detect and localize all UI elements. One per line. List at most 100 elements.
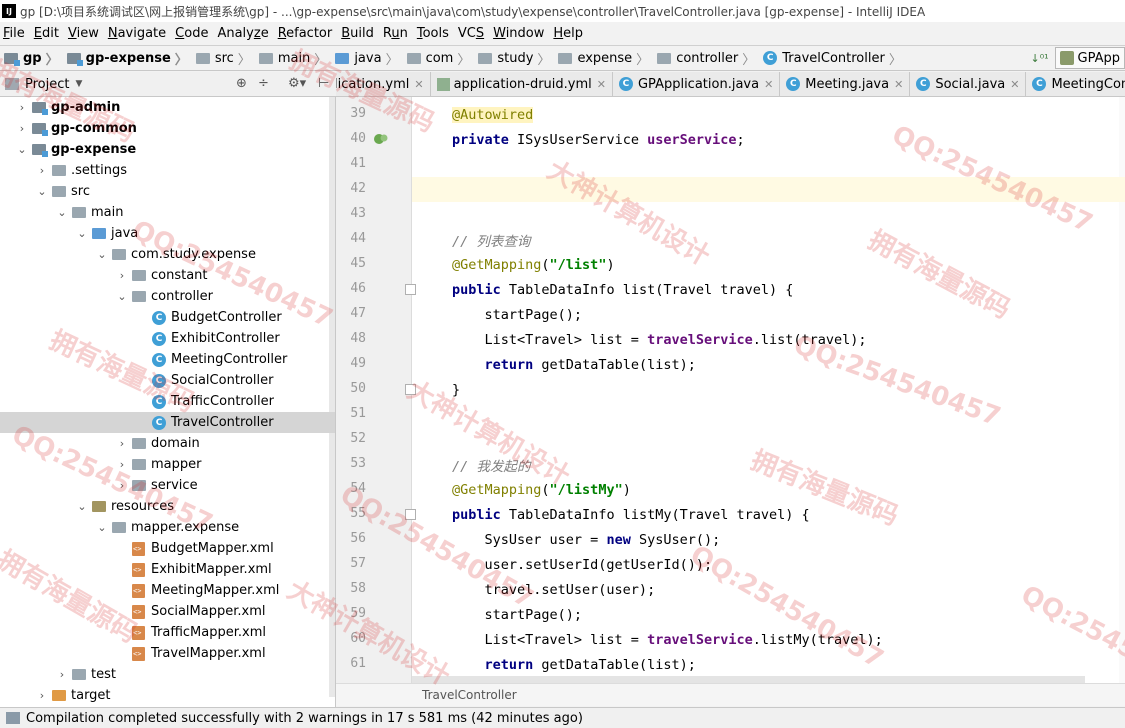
chevron-down-icon[interactable]: ⌄ — [55, 206, 69, 219]
chevron-right-icon[interactable]: › — [55, 668, 69, 681]
code-editor[interactable]: 39 40 41 42 43 44 45 46 47 48 49 50 51 52 53 54 55 56 57 58… — [336, 97, 1125, 683]
chevron-right-icon[interactable]: › — [35, 689, 49, 702]
spring-bean-icon[interactable] — [373, 132, 389, 146]
close-icon[interactable]: ✕ — [894, 78, 903, 91]
editor-tab[interactable]: C GPApplication.java ✕ — [613, 72, 781, 96]
code-line[interactable]: travel.setUser(user); — [412, 577, 1125, 602]
menu-item[interactable]: Code — [172, 26, 214, 41]
menu-item[interactable]: View — [65, 26, 105, 41]
code-line[interactable]: public TableDataInfo listMy(Travel trave… — [412, 502, 1125, 527]
code-line[interactable]: startPage(); — [412, 302, 1125, 327]
breadcrumb-item[interactable]: main 〉 — [255, 49, 332, 68]
tree-item[interactable]: › test — [0, 664, 335, 685]
code-line[interactable] — [412, 402, 1125, 427]
menu-item[interactable]: File — [0, 26, 31, 41]
editor-horizontal-scrollbar[interactable] — [412, 676, 1085, 683]
breadcrumb-item[interactable]: java 〉 — [331, 49, 402, 68]
menu-item[interactable]: Navigate — [105, 26, 172, 41]
breadcrumb-item[interactable]: gp 〉 — [0, 49, 63, 68]
chevron-down-icon[interactable]: ⌄ — [95, 521, 109, 534]
code-line[interactable]: SysUser user = new SysUser(); — [412, 527, 1125, 552]
close-icon[interactable]: ✕ — [597, 78, 606, 91]
code-line[interactable]: return getDataTable(list); — [412, 352, 1125, 377]
code-line[interactable] — [412, 427, 1125, 452]
chevron-right-icon[interactable]: › — [115, 269, 129, 282]
chevron-down-icon[interactable]: ⌄ — [35, 185, 49, 198]
editor-breadcrumb-item[interactable]: TravelController — [422, 688, 517, 702]
tree-item[interactable]: ⌄ com.study.expense — [0, 244, 335, 265]
chevron-down-icon[interactable]: ⌄ — [115, 290, 129, 303]
tree-item[interactable]: ›TrafficMapper.xml — [0, 622, 335, 643]
code-line[interactable]: List<Travel> list = travelService .list(t… — [412, 327, 1125, 352]
close-icon[interactable]: ✕ — [764, 78, 773, 91]
tree-item[interactable]: › domain — [0, 433, 335, 454]
tree-item[interactable]: ›SocialMapper.xml — [0, 601, 335, 622]
tree-item[interactable]: ⌄ main — [0, 202, 335, 223]
tree-item[interactable]: ›ExhibitMapper.xml — [0, 559, 335, 580]
menu-item[interactable]: Tools — [414, 26, 455, 41]
tree-item[interactable]: ⌄ mapper.expense — [0, 517, 335, 538]
tree-item[interactable]: ⌄ resources — [0, 496, 335, 517]
locate-icon[interactable]: ⊕ — [236, 76, 247, 91]
tree-item[interactable]: › mapper — [0, 454, 335, 475]
chevron-right-icon[interactable]: › — [35, 164, 49, 177]
chevron-down-icon[interactable]: ▼ — [75, 79, 82, 89]
editor-tab[interactable]: C Meeting.java ✕ — [780, 72, 911, 96]
gear-icon[interactable]: ⚙▾ — [288, 76, 306, 91]
breadcrumb-item[interactable]: C TravelController 〉 — [759, 49, 906, 68]
code-line[interactable]: @Autowired — [412, 102, 1125, 127]
code-line[interactable]: startPage(); — [412, 602, 1125, 627]
tree-item[interactable]: ›CTrafficController — [0, 391, 335, 412]
tree-item[interactable]: ⌄ src — [0, 181, 335, 202]
breadcrumb-item[interactable]: src 〉 — [192, 49, 255, 68]
tree-item[interactable]: › gp-common — [0, 118, 335, 139]
breadcrumb-item[interactable]: controller 〉 — [653, 49, 759, 68]
breadcrumb-item[interactable]: expense 〉 — [554, 49, 653, 68]
hide-panel-icon[interactable]: ⊢ — [318, 76, 329, 91]
tree-item[interactable]: › gp-admin — [0, 97, 335, 118]
code-line[interactable]: @GetMapping("/listMy") — [412, 477, 1125, 502]
tree-item[interactable]: › .settings — [0, 160, 335, 181]
code-line[interactable] — [412, 202, 1125, 227]
tree-item[interactable]: ›CTravelController — [0, 412, 335, 433]
tree-item[interactable]: › service — [0, 475, 335, 496]
code-line[interactable]: return getDataTable(list); — [412, 652, 1125, 677]
menu-item[interactable]: Window — [490, 26, 550, 41]
menu-item[interactable]: Refactor — [275, 26, 339, 41]
tree-item[interactable]: ›TravelMapper.xml — [0, 643, 335, 664]
chevron-right-icon[interactable]: › — [15, 101, 29, 114]
tree-item[interactable]: ›BudgetMapper.xml — [0, 538, 335, 559]
chevron-right-icon[interactable]: › — [115, 479, 129, 492]
menu-item[interactable]: Help — [550, 26, 589, 41]
breadcrumb-item[interactable]: study 〉 — [474, 49, 554, 68]
menu-item[interactable]: Analyze — [214, 26, 274, 41]
editor-gutter[interactable]: 39 40 41 42 43 44 45 46 47 48 49 50 51 52 53 54 55 56 57 58… — [336, 97, 416, 683]
editor-tab[interactable]: application-druid.yml ✕ — [431, 72, 613, 96]
breadcrumb-item[interactable]: gp-expense 〉 — [63, 49, 192, 68]
code-line[interactable]: // 列表查询 — [412, 227, 1125, 252]
chevron-right-icon[interactable]: › — [15, 122, 29, 135]
code-line[interactable] — [412, 177, 1125, 202]
tree-item[interactable]: ⌄ gp-expense — [0, 139, 335, 160]
code-line[interactable]: user.setUserId(getUserId()); — [412, 552, 1125, 577]
code-line[interactable]: @GetMapping("/list") — [412, 252, 1125, 277]
menu-item[interactable]: Edit — [31, 26, 65, 41]
menu-item[interactable]: Run — [380, 26, 414, 41]
menu-item[interactable]: Build — [338, 26, 380, 41]
chevron-down-icon[interactable]: ⌄ — [75, 227, 89, 240]
chevron-down-icon[interactable]: ⌄ — [95, 248, 109, 261]
chevron-down-icon[interactable]: ⌄ — [75, 500, 89, 513]
chevron-down-icon[interactable]: ⌄ — [15, 143, 29, 156]
code-line[interactable]: List<Travel> list = travelService .listMy… — [412, 627, 1125, 652]
tree-item[interactable]: › constant — [0, 265, 335, 286]
chevron-right-icon[interactable]: › — [115, 437, 129, 450]
code-line[interactable]: public TableDataInfo list(Travel travel)… — [412, 277, 1125, 302]
collapse-all-icon[interactable]: ÷ — [258, 76, 269, 91]
tool-window-toggle-icon[interactable] — [6, 712, 20, 724]
project-view-selector[interactable]: Project — [25, 77, 69, 92]
code-line[interactable]: // 我发起的 — [412, 452, 1125, 477]
close-icon[interactable]: ✕ — [1010, 78, 1019, 91]
close-icon[interactable]: ✕ — [414, 78, 423, 91]
tree-item[interactable]: ›CMeetingController — [0, 349, 335, 370]
menu-item[interactable]: VCS — [455, 26, 490, 41]
